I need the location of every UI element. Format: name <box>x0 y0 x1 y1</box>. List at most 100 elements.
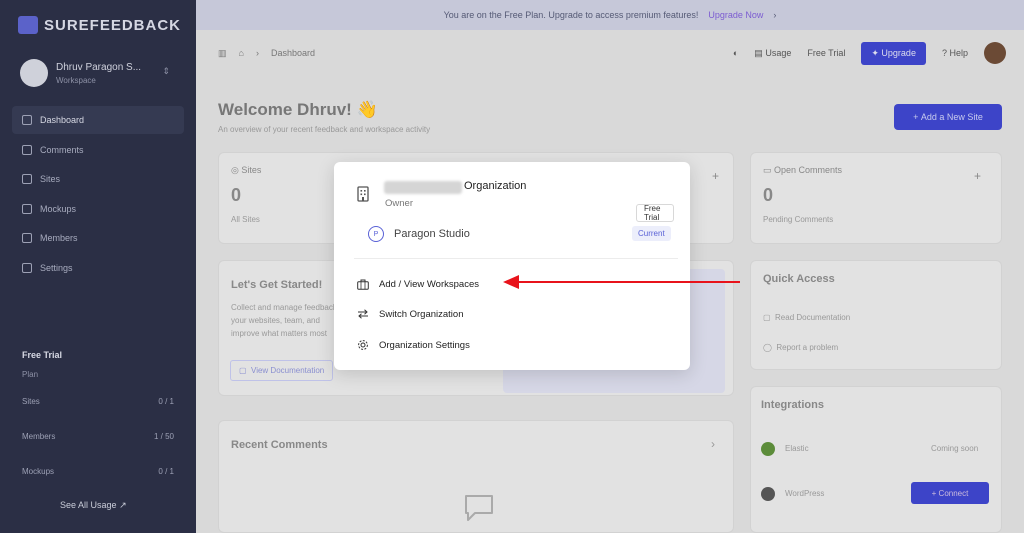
switch-organization-item[interactable]: Switch Organization <box>356 306 656 322</box>
sidebar-item-label: Dashboard <box>40 115 85 125</box>
see-all-usage-label: See All Usage <box>60 500 117 510</box>
workspace-item[interactable]: P Paragon Studio Current <box>368 224 674 244</box>
sidebar-item-members[interactable]: Members <box>12 224 184 252</box>
upgrade-label: Upgrade <box>881 47 916 58</box>
sites-sub: All Sites <box>231 215 260 224</box>
organization-menu: Organization Owner Free Trial P Paragon … <box>334 162 690 370</box>
sidebar-nav: Dashboard Comments Sites Mockups Members… <box>12 106 184 283</box>
sidebar-toggle-icon[interactable]: ▥ <box>218 48 227 59</box>
globe-icon: ◎ <box>231 165 239 175</box>
account-switcher[interactable]: Dhruv Paragon S... Workspace ⇕ <box>20 56 180 90</box>
help-label: Help <box>949 48 968 58</box>
help-button[interactable]: ? Help <box>942 48 968 58</box>
account-name: Dhruv Paragon S... <box>56 61 142 73</box>
quick-access-title: Quick Access <box>763 273 835 285</box>
free-trial-button[interactable]: Free Trial <box>807 48 845 58</box>
recent-comments-title: Recent Comments <box>231 439 328 451</box>
workspace-name: Paragon Studio <box>394 228 470 240</box>
sidebar-item-dashboard[interactable]: Dashboard <box>12 106 184 134</box>
annotation-arrow-icon <box>503 275 740 289</box>
briefcase-icon <box>356 277 370 291</box>
upgrade-button[interactable]: ✦ Upgrade <box>861 41 926 65</box>
getting-started-text: Collect and manage feedback your website… <box>231 301 337 340</box>
menu-item-label: Add / View Workspaces <box>379 278 479 290</box>
book-icon: ▢ <box>763 313 771 322</box>
organization-settings-item[interactable]: Organization Settings <box>356 337 656 353</box>
comments-label: Open Comments <box>774 165 843 175</box>
account-avatar <box>20 59 48 87</box>
integrations-title: Integrations <box>761 399 824 411</box>
plan-title: Free Trial <box>22 350 63 360</box>
usage-value: 0 / 1 <box>158 397 174 406</box>
quick-access-item[interactable]: ▢ Read Documentation <box>763 313 850 322</box>
workspace-avatar: P <box>368 226 384 242</box>
plus-icon[interactable]: + <box>712 169 719 183</box>
connect-button[interactable]: + Connect <box>911 482 989 504</box>
elastic-logo-icon <box>761 442 775 456</box>
sidebar-item-label: Mockups <box>40 203 77 214</box>
sidebar-item-label: Settings <box>40 262 73 273</box>
chevron-right-icon[interactable]: › <box>711 437 715 451</box>
sidebar-item-label: Comments <box>40 144 84 155</box>
sidebar-item-mockups[interactable]: Mockups <box>12 195 184 223</box>
user-avatar[interactable] <box>984 42 1006 64</box>
getting-started-line: your websites, team, and <box>231 316 320 325</box>
sidebar-item-label: Sites <box>40 174 61 184</box>
usage-label: Usage <box>765 47 792 58</box>
page-title: Welcome Dhruv! 👋 <box>218 100 378 119</box>
comments-count: 0 <box>763 185 774 205</box>
usage-label: Sites <box>22 397 40 406</box>
see-all-usage-link[interactable]: See All Usage ↗ <box>60 500 127 511</box>
switch-arrows-icon <box>356 307 370 321</box>
account-sub: Workspace <box>56 75 96 85</box>
organization-role: Owner <box>385 198 413 209</box>
breadcrumb: ▥ ⌂ › Dashboard <box>218 48 315 59</box>
usage-label: Mockups <box>22 467 55 476</box>
view-documentation-button[interactable]: ▢ View Documentation <box>230 360 334 381</box>
add-new-site-button[interactable]: + Add a New Site <box>894 104 1002 130</box>
quick-access-label: Report a problem <box>776 343 839 352</box>
plus-icon: + <box>913 112 921 122</box>
plan-usage: Free Trial Plan Sites 0 / 1 Members 1 / 50… <box>22 350 174 502</box>
topbar: ▥ ⌂ › Dashboard ◐ ▤ Usage Free Trial ✦ U… <box>196 30 1024 76</box>
sites-label: Sites <box>241 165 262 175</box>
home-icon[interactable]: ⌂ <box>239 48 244 58</box>
theme-icon[interactable]: ◐ <box>733 48 738 58</box>
chevron-updown-icon: ⇕ <box>162 66 170 76</box>
integrations-card: Integrations Elastic Coming soon WordPre… <box>750 386 1002 533</box>
usage-label: Members <box>22 432 56 441</box>
organization-header: Organization Owner Free Trial <box>354 180 674 222</box>
usage-row: Sites 0 / 1 <box>22 397 174 406</box>
mockups-icon <box>22 203 32 214</box>
current-badge: Current <box>632 226 671 241</box>
quick-access-item[interactable]: ◯ Report a problem <box>763 343 838 352</box>
gear-icon <box>356 338 370 352</box>
usage-value: 1 / 50 <box>153 432 174 441</box>
quick-access-label: Read Documentation <box>775 313 851 322</box>
usage-button[interactable]: ▤ Usage <box>754 48 791 59</box>
gear-icon <box>22 262 32 273</box>
building-icon <box>354 185 372 203</box>
sidebar-item-label: Members <box>40 233 78 243</box>
menu-item-label: Organization Settings <box>379 339 470 351</box>
star-icon: ✦ <box>871 47 879 58</box>
logo[interactable]: SUREFEEDBACK <box>18 16 181 34</box>
integration-status: Coming soon <box>931 444 979 453</box>
plus-icon[interactable]: + <box>974 169 981 183</box>
sidebar-item-sites[interactable]: Sites <box>12 165 184 193</box>
upgrade-now-link[interactable]: Upgrade Now <box>708 10 763 20</box>
organization-name-redacted <box>384 181 462 194</box>
sidebar-item-settings[interactable]: Settings <box>12 254 184 282</box>
globe-icon <box>22 174 32 184</box>
getting-started-line: improve what matters most <box>231 329 328 338</box>
page-subtitle: An overview of your recent feedback and … <box>218 125 431 134</box>
quick-access-card: Quick Access ▢ Read Documentation ◯ Repo… <box>750 260 1002 370</box>
sidebar-item-comments[interactable]: Comments <box>12 136 184 164</box>
view-documentation-label: View Documentation <box>251 366 325 375</box>
recent-comments-card: Recent Comments › <box>218 420 734 533</box>
add-site-label: Add a New Site <box>920 112 983 122</box>
sidebar: SUREFEEDBACK Dhruv Paragon S... Workspac… <box>0 0 196 533</box>
banner-text: You are on the Free Plan. Upgrade to acc… <box>443 10 699 20</box>
usage-value: 0 / 1 <box>158 467 174 476</box>
comments-icon: ▭ <box>763 165 772 175</box>
